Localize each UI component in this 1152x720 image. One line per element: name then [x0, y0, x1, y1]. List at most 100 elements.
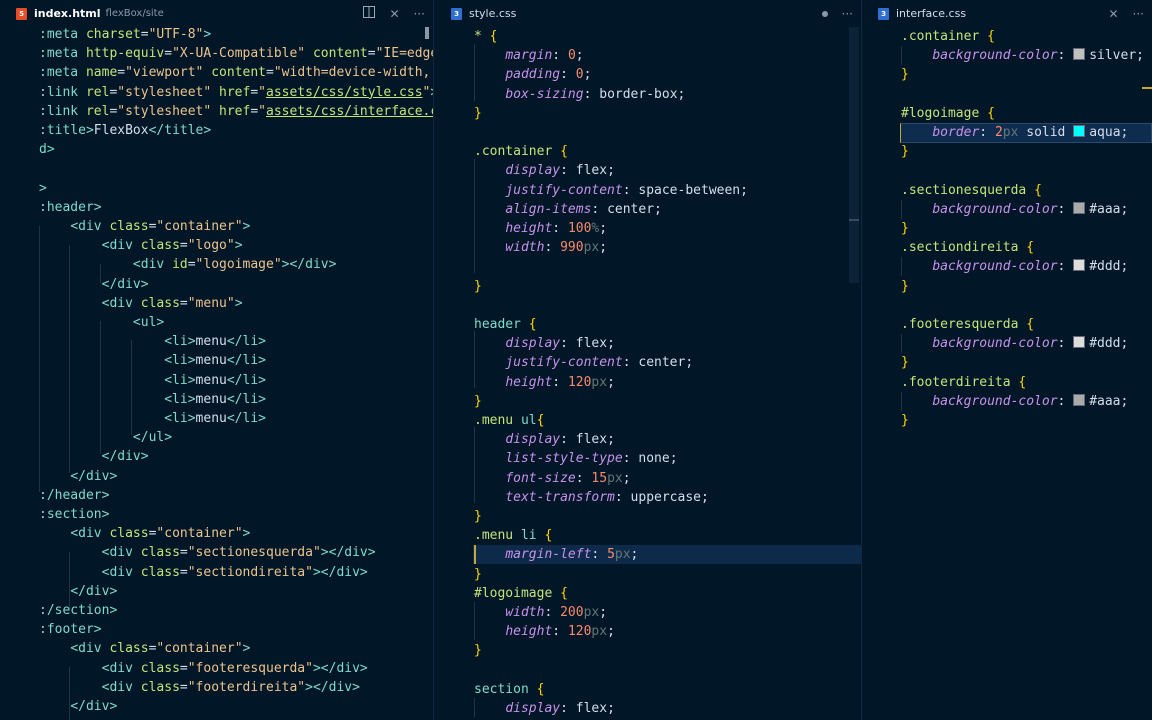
code-token: :	[1057, 393, 1074, 409]
split-editor-icon[interactable]	[363, 6, 376, 21]
code-token: >	[203, 27, 212, 42]
code-line: }	[474, 565, 482, 584]
code-token: ;	[630, 547, 639, 563]
code-token: =	[179, 545, 188, 561]
code-token: ;	[575, 48, 584, 64]
tab-actions: ···	[821, 0, 853, 27]
code-token: <div	[132, 257, 165, 273]
tab-style-css[interactable]: 3 style.css	[435, 0, 516, 27]
code-line: }	[901, 411, 909, 430]
code-token: =	[179, 660, 188, 676]
code-line: display: flex;	[474, 334, 615, 353]
editor-pane-index-html: 5 index.html flexBox/site ✕ ··· :meta ch…	[0, 0, 433, 720]
code-token: 2	[994, 125, 1003, 140]
code-token: 200	[560, 605, 584, 620]
code-token: ;	[599, 240, 608, 256]
code-token: "container"	[156, 219, 243, 234]
unsaved-dot-icon[interactable]	[821, 10, 828, 17]
code-token: .sectiondireita	[901, 240, 1027, 256]
code-token: "viewport"	[125, 65, 204, 81]
code-line: border: 2px solid aqua;	[901, 123, 1128, 142]
code-token: href	[219, 84, 251, 100]
code-token: display	[505, 432, 561, 448]
code-token: FlexBox	[93, 123, 149, 138]
code-token: height	[505, 624, 553, 640]
close-icon[interactable]: ✕	[1108, 7, 1118, 21]
code-token: ;	[599, 221, 608, 236]
close-icon[interactable]: ✕	[389, 7, 399, 21]
code-line: section {	[474, 680, 544, 699]
more-actions-icon[interactable]: ···	[414, 7, 425, 21]
code-token: ;	[607, 374, 615, 390]
tab-index-html[interactable]: 5 index.html flexBox/site	[0, 0, 164, 27]
scroll-marker	[849, 219, 859, 221]
code-token: ;	[607, 163, 615, 179]
code-token: :	[622, 355, 639, 371]
code-token: class	[109, 219, 149, 234]
tab-interface-css[interactable]: 3 interface.css	[862, 0, 966, 27]
code-token: =	[179, 295, 188, 311]
code-line: list-style-type: none;	[474, 449, 677, 468]
code-token: ></div>	[312, 660, 368, 676]
scrollbar-thumb[interactable]	[849, 27, 859, 283]
code-token: :	[979, 125, 995, 140]
code-token: ></div>	[320, 545, 376, 561]
more-actions-icon[interactable]: ···	[842, 7, 853, 21]
code-token: <div	[101, 295, 133, 311]
color-swatch-icon[interactable]	[1073, 125, 1086, 137]
code-token: class	[109, 526, 149, 542]
code-line: height: 120px;	[474, 622, 615, 641]
code-token: "	[258, 84, 266, 100]
code-token: box-sizing	[505, 86, 584, 102]
code-token: }	[474, 393, 482, 409]
code-token: #aaa	[1089, 201, 1121, 217]
color-swatch-icon[interactable]	[1073, 336, 1086, 349]
code-line: :header>	[39, 198, 102, 217]
code-token: px	[583, 605, 600, 620]
code-token: <li>	[164, 353, 196, 369]
code-token: charset	[85, 27, 141, 42]
code-token: >	[85, 123, 94, 138]
code-line: display: flex;	[474, 699, 615, 718]
code-line: font-size: 15px;	[474, 469, 630, 488]
code-token: 120	[567, 374, 592, 390]
more-actions-icon[interactable]: ···	[1133, 7, 1144, 21]
code-line: <div class="logo">	[39, 236, 243, 255]
code-token: :	[552, 48, 568, 64]
code-token: {	[1018, 374, 1027, 390]
code-line: #logoimage {	[474, 584, 568, 603]
code-token: {	[544, 528, 553, 544]
code-token: :	[544, 605, 561, 620]
code-token: :	[560, 701, 576, 716]
scrollbar-thumb[interactable]	[425, 27, 429, 39]
pane-divider[interactable]	[433, 0, 434, 720]
code-token: :	[622, 182, 639, 198]
code-token: flex	[575, 336, 608, 352]
code-token: .container	[474, 144, 561, 160]
code-token: =	[179, 238, 188, 254]
code-token: ;	[583, 67, 592, 83]
color-swatch-icon[interactable]	[1073, 393, 1086, 406]
color-swatch-icon[interactable]	[1073, 201, 1086, 214]
code-token: .footerdireita	[901, 374, 1019, 390]
color-swatch-icon[interactable]	[1073, 259, 1086, 272]
code-line: margin-left: 5px;	[474, 545, 638, 564]
code-token: "logoimage"	[195, 257, 282, 273]
css-icon: 3	[878, 7, 889, 20]
code-token: content	[312, 46, 368, 62]
code-token: {	[987, 29, 995, 44]
code-token: ;	[1120, 125, 1129, 140]
code-token: margin	[505, 48, 553, 64]
code-line: <div class="container">	[39, 639, 250, 658]
color-swatch-icon[interactable]	[1073, 48, 1086, 61]
